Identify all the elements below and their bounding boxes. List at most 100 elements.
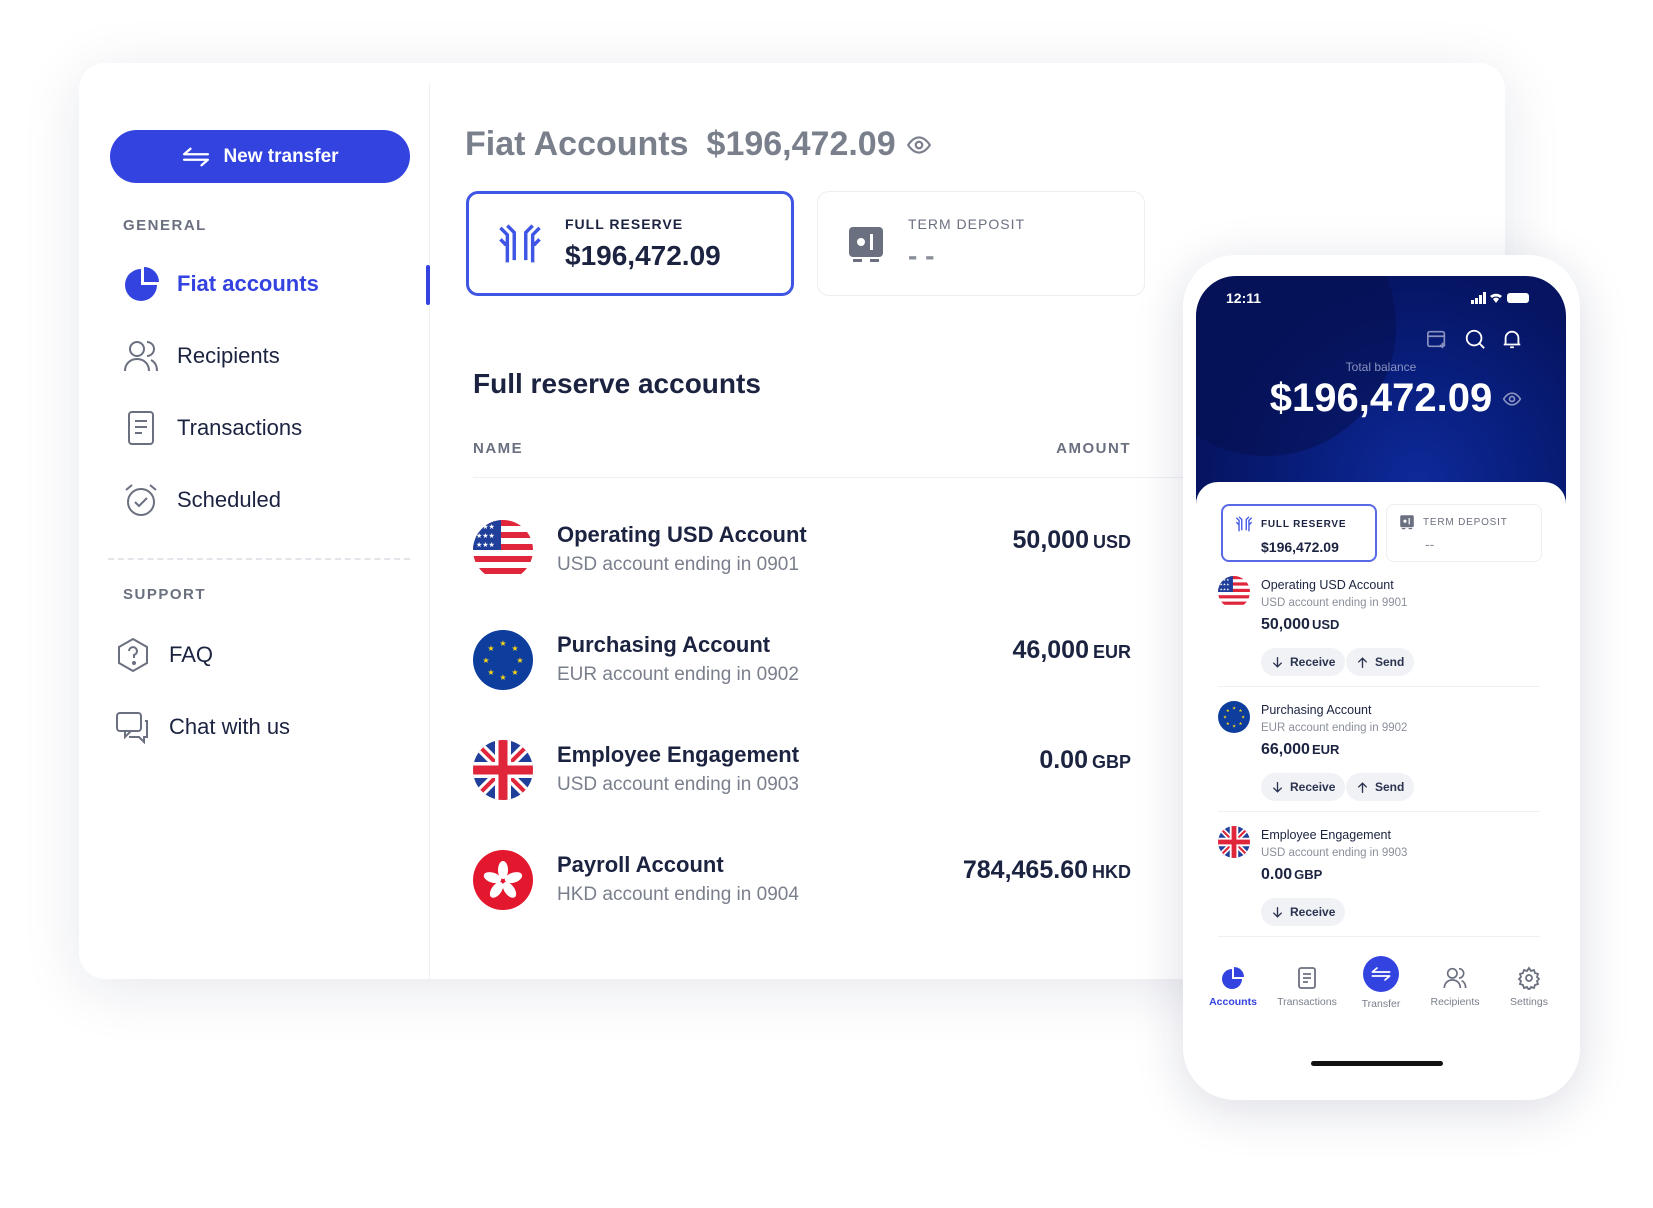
nav-settings[interactable]: Settings (1494, 966, 1564, 1046)
account-subtitle: USD account ending in 0903 (557, 774, 799, 795)
arrow-up-icon (1356, 656, 1369, 669)
mobile-phone-mockup: 12:11 Total balance $196,472.09 FULL RES… (1183, 255, 1580, 1100)
bell-icon[interactable] (1501, 327, 1523, 351)
currency-code: GBP (1294, 867, 1323, 882)
sidebar-item-recipients[interactable]: Recipients (123, 336, 280, 376)
currency-code: USD (1311, 617, 1340, 632)
full-reserve-card[interactable]: FULL RESERVE $196,472.09 (466, 191, 794, 296)
card-label: TERM DEPOSIT (1423, 516, 1508, 528)
gear-icon (1517, 966, 1541, 990)
amount-value: 66,000 (1261, 741, 1310, 758)
sidebar-item-label: Chat with us (169, 714, 291, 739)
general-section-label: GENERAL (123, 217, 207, 234)
nav-label: Transactions (1277, 996, 1337, 1008)
sidebar-item-scheduled[interactable]: Scheduled (123, 480, 281, 520)
account-amount: 66,000 EUR (1261, 741, 1339, 759)
card-value: -- (1425, 536, 1435, 552)
receive-button[interactable]: Receive (1261, 898, 1346, 926)
account-subtitle: EUR account ending in 0902 (557, 664, 799, 685)
sidebar-item-chat[interactable]: Chat with us (115, 707, 290, 747)
pie-chart-icon (1222, 967, 1244, 989)
currency-code: USD (1092, 532, 1131, 552)
receive-button[interactable]: Receive (1261, 648, 1346, 676)
send-button[interactable]: Send (1346, 773, 1415, 801)
new-transfer-button[interactable]: New transfer (110, 130, 410, 183)
sidebar-divider (429, 83, 430, 979)
amount-value: 0.00 (1039, 746, 1088, 774)
search-icon[interactable] (1464, 328, 1486, 350)
amount-value: 50,000 (1012, 526, 1089, 554)
account-amount: 50,000 USD (1013, 526, 1131, 555)
nav-label: Transfer (1361, 998, 1401, 1010)
nav-label: Settings (1510, 996, 1548, 1008)
account-amount: 784,465.60 HKD (963, 856, 1131, 885)
card-label: FULL RESERVE (565, 215, 684, 232)
users-icon (1443, 967, 1467, 989)
sidebar-separator (108, 558, 410, 560)
column-header-name: NAME (473, 440, 524, 457)
phone-account-row[interactable]: Purchasing Account EUR account ending in… (1218, 701, 1548, 821)
section-title: Full reserve accounts (473, 368, 761, 399)
account-name: Purchasing Account (557, 632, 771, 657)
add-card-icon[interactable] (1426, 328, 1448, 350)
amount-value: 50,000 (1261, 616, 1310, 633)
chat-icon (116, 712, 148, 745)
nav-transfer[interactable]: Transfer (1346, 956, 1416, 1046)
phone-term-deposit-card[interactable]: TERM DEPOSIT -- (1386, 504, 1542, 562)
send-button[interactable]: Send (1346, 648, 1415, 676)
account-subtitle: HKD account ending in 0904 (557, 884, 799, 905)
safe-icon (1399, 514, 1415, 530)
document-icon (1298, 967, 1316, 989)
nav-recipients[interactable]: Recipients (1420, 966, 1490, 1046)
account-amount: 50,000 USD (1261, 616, 1339, 634)
amount-value: 784,465.60 (962, 856, 1088, 884)
new-transfer-label: New transfer (223, 145, 339, 167)
eye-icon[interactable] (906, 132, 932, 158)
safe-icon (846, 224, 886, 264)
amount-value: 46,000 (1012, 636, 1089, 664)
account-name: Operating USD Account (557, 522, 807, 547)
term-deposit-card[interactable]: TERM DEPOSIT - - (817, 191, 1145, 296)
full-reserve-logo-icon (497, 221, 543, 267)
page-title: Fiat Accounts $196,472.09 (465, 125, 932, 164)
eye-icon[interactable] (1502, 389, 1522, 409)
flag-uk-icon (473, 740, 533, 800)
currency-code: EUR (1311, 742, 1340, 757)
pie-chart-icon (125, 267, 159, 301)
row-divider (1218, 686, 1540, 687)
row-divider (1218, 936, 1540, 937)
receive-button[interactable]: Receive (1261, 773, 1346, 801)
nav-transactions[interactable]: Transactions (1272, 966, 1342, 1046)
nav-label: Recipients (1430, 996, 1480, 1008)
alarm-clock-icon (125, 484, 157, 516)
nav-accounts[interactable]: Accounts (1198, 966, 1268, 1046)
column-header-amount: AMOUNT (1056, 440, 1131, 457)
row-divider (1218, 811, 1540, 812)
card-value: $196,472.09 (565, 239, 721, 271)
total-balance: $196,472.09 (706, 125, 896, 163)
card-value: $196,472.09 (1261, 539, 1339, 555)
sidebar-item-transactions[interactable]: Transactions (123, 408, 302, 448)
phone-full-reserve-card[interactable]: FULL RESERVE $196,472.09 (1221, 504, 1377, 562)
account-amount: 0.00 GBP (1261, 866, 1322, 884)
sidebar-item-faq[interactable]: FAQ (115, 635, 213, 675)
phone-account-row[interactable]: Employee Engagement USD account ending i… (1218, 826, 1548, 946)
account-amount: 0.00 GBP (1039, 746, 1131, 775)
flag-uk-icon (1218, 826, 1250, 858)
bottom-nav: Accounts Transactions Transfer Recipient… (1196, 956, 1566, 1046)
phone-total-balance: $196,472.09 (1269, 376, 1493, 420)
status-icons (1471, 292, 1529, 304)
currency-code: HKD (1092, 862, 1131, 882)
arrow-down-icon (1271, 906, 1284, 919)
account-name: Employee Engagement (1261, 828, 1391, 842)
sidebar-item-fiat-accounts[interactable]: Fiat accounts (123, 264, 319, 304)
arrow-up-icon (1356, 781, 1369, 794)
status-time: 12:11 (1226, 290, 1262, 306)
sidebar-item-label: Scheduled (177, 487, 281, 512)
phone-account-row[interactable]: Operating USD Account USD account ending… (1218, 576, 1548, 696)
receive-label: Receive (1290, 780, 1336, 794)
account-name: Operating USD Account (1261, 578, 1394, 592)
arrow-down-icon (1271, 781, 1284, 794)
transfer-icon (1370, 966, 1392, 982)
active-indicator (426, 265, 430, 305)
